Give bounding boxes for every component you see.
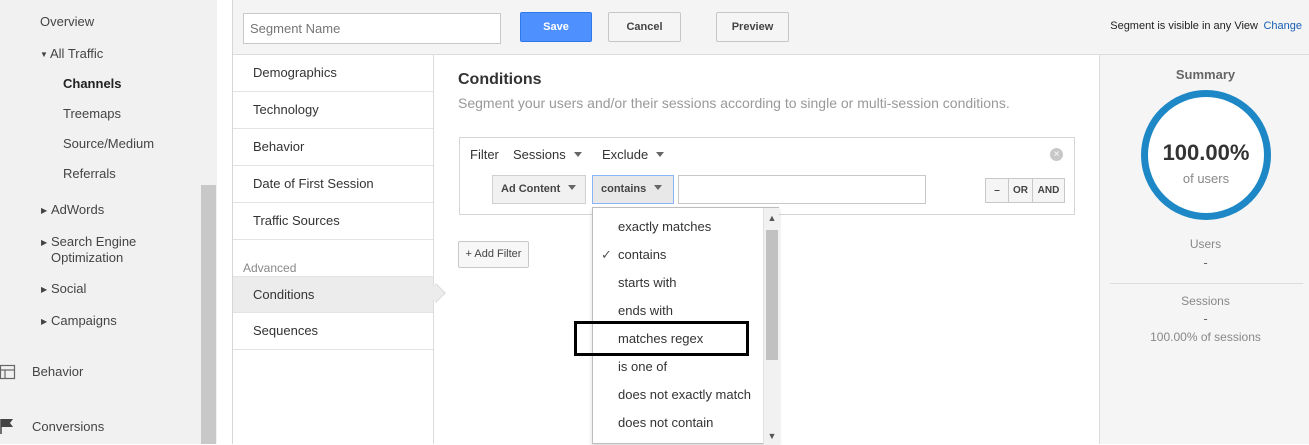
category-traffic-sources[interactable]: Traffic Sources	[233, 203, 433, 240]
segment-name-input[interactable]	[243, 13, 501, 44]
mode-dropdown[interactable]: Exclude	[602, 147, 665, 162]
nav-social[interactable]: ▶ Social	[41, 281, 86, 296]
operator-value: contains	[601, 183, 647, 195]
scope-value: Sessions	[513, 147, 566, 162]
left-nav-scrollbar[interactable]	[201, 185, 216, 444]
category-behavior[interactable]: Behavior	[233, 129, 433, 166]
chevron-down-icon	[573, 152, 582, 157]
category-conditions[interactable]: Conditions	[233, 276, 433, 313]
conditions-subtitle: Segment your users and/or their sessions…	[458, 95, 1010, 111]
nav-overview[interactable]: Overview	[40, 14, 94, 29]
nav-treemaps[interactable]: Treemaps	[63, 106, 121, 121]
collapsed-triangle-icon: ▶	[41, 317, 48, 326]
scroll-down-icon[interactable]: ▼	[764, 428, 780, 444]
filter-box: Filter Sessions Exclude × Ad Content con…	[459, 137, 1075, 215]
nav-seo[interactable]: ▶ Search Engine Optimization	[41, 234, 136, 265]
nav-social-label: Social	[51, 281, 87, 296]
dimension-dropdown[interactable]: Ad Content	[492, 175, 586, 204]
nav-behavior[interactable]: Behavior	[32, 364, 83, 379]
category-demographics[interactable]: Demographics	[233, 55, 433, 92]
or-button[interactable]: OR	[1008, 178, 1033, 203]
nav-seo-label-line1: Search Engine	[51, 234, 137, 249]
collapsed-triangle-icon: ▶	[41, 285, 48, 294]
category-list: Demographics Technology Behavior Date of…	[233, 55, 434, 444]
advanced-heading: Advanced	[243, 261, 297, 275]
menu-item-ends-with[interactable]: ends with	[593, 297, 763, 325]
dimension-value: Ad Content	[501, 183, 561, 195]
remove-condition-button[interactable]: –	[985, 178, 1009, 203]
menu-item-starts-with[interactable]: starts with	[593, 269, 763, 297]
sessions-label: Sessions	[1181, 294, 1230, 308]
nav-campaigns-label: Campaigns	[51, 313, 117, 328]
sessions-sub: 100.00% of sessions	[1150, 330, 1261, 344]
cancel-button[interactable]: Cancel	[608, 12, 681, 42]
nav-campaigns[interactable]: ▶ Campaigns	[41, 313, 117, 328]
summary-panel: Summary 100.00% of users Users - Session…	[1099, 55, 1309, 444]
summary-ring: 100.00% of users	[1141, 90, 1271, 220]
chevron-down-icon	[656, 152, 665, 157]
operator-dropdown[interactable]: contains	[592, 175, 674, 204]
menu-item-contains[interactable]: ✓ contains	[593, 241, 763, 269]
summary-divider	[1110, 283, 1303, 284]
menu-item-contains-label: contains	[618, 247, 667, 262]
nav-adwords[interactable]: ▶ AdWords	[41, 202, 104, 217]
nav-conversions[interactable]: Conversions	[32, 419, 104, 434]
nav-source-medium[interactable]: Source/Medium	[63, 136, 154, 151]
nav-all-traffic[interactable]: ▼ All Traffic	[40, 46, 103, 61]
chevron-down-icon	[654, 185, 663, 190]
and-button[interactable]: AND	[1032, 178, 1065, 203]
menu-item-is-one-of[interactable]: is one of	[593, 353, 763, 381]
users-label: Users	[1189, 237, 1222, 251]
nav-seo-label-line2: Optimization	[51, 250, 124, 265]
summary-percent: 100.00%	[1162, 140, 1250, 165]
scroll-up-icon[interactable]: ▲	[764, 210, 780, 226]
checkmark-icon: ✓	[601, 247, 612, 262]
chevron-down-icon	[568, 185, 577, 190]
summary-title: Summary	[1175, 67, 1236, 82]
menu-item-exactly-matches[interactable]: exactly matches	[593, 213, 763, 241]
change-link[interactable]: Change	[1263, 20, 1302, 32]
filter-label: Filter	[470, 147, 499, 162]
condition-value-input[interactable]	[678, 175, 926, 204]
category-date-of-first-session[interactable]: Date of First Session	[233, 166, 433, 203]
conditions-title: Conditions	[458, 71, 542, 88]
users-value: -	[1203, 255, 1208, 270]
sessions-value: -	[1203, 311, 1208, 326]
operator-menu: exactly matches ✓ contains starts with en…	[592, 207, 779, 445]
nav-adwords-label: AdWords	[51, 202, 105, 217]
mode-value: Exclude	[602, 147, 649, 162]
save-button[interactable]: Save	[520, 12, 592, 42]
menu-item-matches-regex[interactable]: matches regex	[593, 325, 763, 353]
menu-scrollbar[interactable]: ▲ ▼	[763, 208, 779, 445]
nav-channels[interactable]: Channels	[63, 76, 122, 91]
menu-scroll-thumb[interactable]	[766, 230, 778, 360]
collapsed-triangle-icon: ▶	[41, 238, 48, 247]
scope-dropdown[interactable]: Sessions	[513, 147, 582, 162]
preview-button[interactable]: Preview	[716, 12, 789, 42]
nav-referrals[interactable]: Referrals	[63, 166, 116, 181]
add-filter-button[interactable]: + Add Filter	[458, 241, 529, 268]
left-nav: Overview ▼ All Traffic Channels Treemaps …	[0, 0, 217, 444]
segment-editor: Save Cancel Preview Segment is visible i…	[232, 0, 1309, 445]
summary-percent-sub: of users	[1182, 171, 1230, 186]
visibility-text: Segment is visible in any View	[1110, 20, 1258, 32]
remove-filter-icon[interactable]: ×	[1050, 148, 1063, 161]
collapsed-triangle-icon: ▶	[41, 206, 48, 215]
flag-icon	[0, 419, 13, 434]
segment-toolbar: Save Cancel Preview Segment is visible i…	[233, 0, 1309, 55]
behavior-icon	[0, 364, 16, 380]
nav-all-traffic-label: All Traffic	[50, 46, 104, 61]
category-technology[interactable]: Technology	[233, 92, 433, 129]
menu-item-does-not-exactly-match[interactable]: does not exactly match	[593, 381, 763, 409]
menu-item-does-not-contain[interactable]: does not contain	[593, 409, 763, 437]
expanded-triangle-icon: ▼	[40, 50, 48, 59]
category-sequences[interactable]: Sequences	[233, 313, 433, 350]
